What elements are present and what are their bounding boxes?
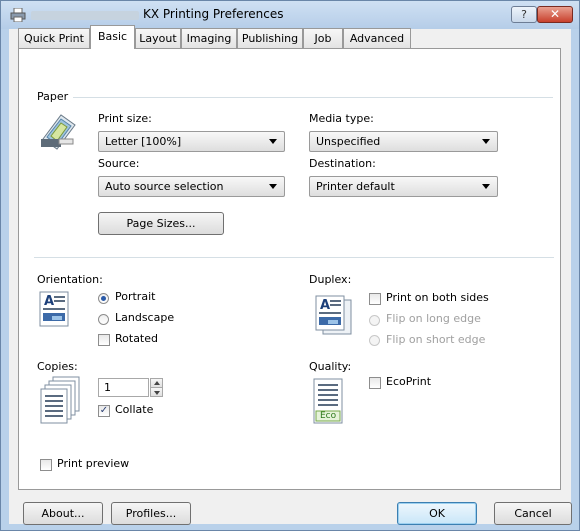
flip-long-edge-radio[interactable] bbox=[369, 315, 380, 326]
flip-short-edge-radio[interactable] bbox=[369, 335, 380, 346]
orientation-group-label: Orientation: bbox=[37, 273, 103, 286]
flip-short-edge-label[interactable]: Flip on short edge bbox=[386, 333, 485, 346]
copies-stack-icon bbox=[40, 376, 80, 424]
destination-label: Destination: bbox=[309, 157, 376, 170]
printing-preferences-window: KX Printing Preferences ? ✕ Quick Print … bbox=[0, 0, 580, 531]
about-button[interactable]: About... bbox=[23, 502, 103, 525]
ecoprint-checkbox[interactable] bbox=[369, 377, 381, 389]
tab-layout[interactable]: Layout bbox=[135, 28, 181, 48]
rotated-label[interactable]: Rotated bbox=[115, 332, 158, 345]
copies-group-label: Copies: bbox=[37, 360, 78, 373]
quality-group-label: Quality: bbox=[309, 360, 352, 373]
print-size-value: Letter [100%] bbox=[105, 135, 182, 148]
chevron-down-icon bbox=[482, 184, 490, 189]
ok-button[interactable]: OK bbox=[397, 502, 477, 525]
ecoprint-label[interactable]: EcoPrint bbox=[386, 375, 431, 388]
tab-publishing[interactable]: Publishing bbox=[237, 28, 303, 48]
media-type-label: Media type: bbox=[309, 112, 374, 125]
arrow-down-icon bbox=[154, 391, 160, 395]
svg-text:A: A bbox=[44, 294, 54, 309]
landscape-radio[interactable] bbox=[98, 314, 109, 325]
portrait-document-icon: A bbox=[39, 291, 69, 327]
print-size-dropdown[interactable]: Letter [100%] bbox=[98, 131, 285, 152]
profiles-button[interactable]: Profiles... bbox=[111, 502, 191, 525]
print-size-label: Print size: bbox=[98, 112, 152, 125]
tab-quick-print[interactable]: Quick Print bbox=[18, 28, 90, 48]
print-both-sides-label[interactable]: Print on both sides bbox=[386, 291, 489, 304]
close-button[interactable]: ✕ bbox=[537, 6, 573, 23]
svg-text:A: A bbox=[320, 298, 330, 313]
source-dropdown[interactable]: Auto source selection bbox=[98, 176, 285, 197]
section-separator bbox=[34, 257, 554, 258]
collate-checkbox[interactable]: ✓ bbox=[98, 405, 110, 417]
copies-input[interactable]: 1 bbox=[98, 378, 149, 397]
source-label: Source: bbox=[98, 157, 140, 170]
help-button[interactable]: ? bbox=[511, 6, 537, 23]
print-preview-checkbox[interactable] bbox=[40, 459, 52, 471]
page-sizes-button[interactable]: Page Sizes... bbox=[98, 212, 224, 235]
chevron-down-icon bbox=[269, 184, 277, 189]
paper-separator bbox=[73, 97, 553, 98]
portrait-radio[interactable] bbox=[98, 293, 109, 304]
eco-icon-text: Eco bbox=[320, 411, 337, 421]
tab-job[interactable]: Job bbox=[303, 28, 343, 48]
rotated-checkbox[interactable] bbox=[98, 334, 110, 346]
media-type-dropdown[interactable]: Unspecified bbox=[309, 131, 498, 152]
copies-decrement-button[interactable] bbox=[150, 387, 163, 397]
flip-long-edge-label[interactable]: Flip on long edge bbox=[386, 312, 481, 325]
title-bar[interactable]: KX Printing Preferences ? ✕ bbox=[1, 1, 579, 29]
source-value: Auto source selection bbox=[105, 180, 224, 193]
collate-label[interactable]: Collate bbox=[115, 403, 153, 416]
arrow-up-icon bbox=[154, 381, 160, 385]
paper-group-label: Paper bbox=[37, 90, 69, 103]
duplex-group-label: Duplex: bbox=[309, 273, 352, 286]
chevron-down-icon bbox=[482, 139, 490, 144]
tab-basic[interactable]: Basic bbox=[90, 25, 135, 49]
destination-dropdown[interactable]: Printer default bbox=[309, 176, 498, 197]
tab-imaging[interactable]: Imaging bbox=[181, 28, 237, 48]
printer-icon bbox=[10, 8, 26, 22]
window-title: KX Printing Preferences bbox=[143, 7, 284, 21]
paper-size-icon bbox=[41, 114, 76, 150]
landscape-label[interactable]: Landscape bbox=[115, 311, 174, 324]
print-preview-label[interactable]: Print preview bbox=[57, 457, 129, 470]
print-both-sides-checkbox[interactable] bbox=[369, 293, 381, 305]
redacted-printer-name bbox=[31, 11, 139, 20]
duplex-document-icon: A bbox=[315, 295, 352, 335]
chevron-down-icon bbox=[269, 139, 277, 144]
cancel-button[interactable]: Cancel bbox=[494, 502, 572, 525]
destination-value: Printer default bbox=[316, 180, 395, 193]
tab-advanced[interactable]: Advanced bbox=[343, 28, 411, 48]
media-type-value: Unspecified bbox=[316, 135, 381, 148]
portrait-label[interactable]: Portrait bbox=[115, 290, 155, 303]
